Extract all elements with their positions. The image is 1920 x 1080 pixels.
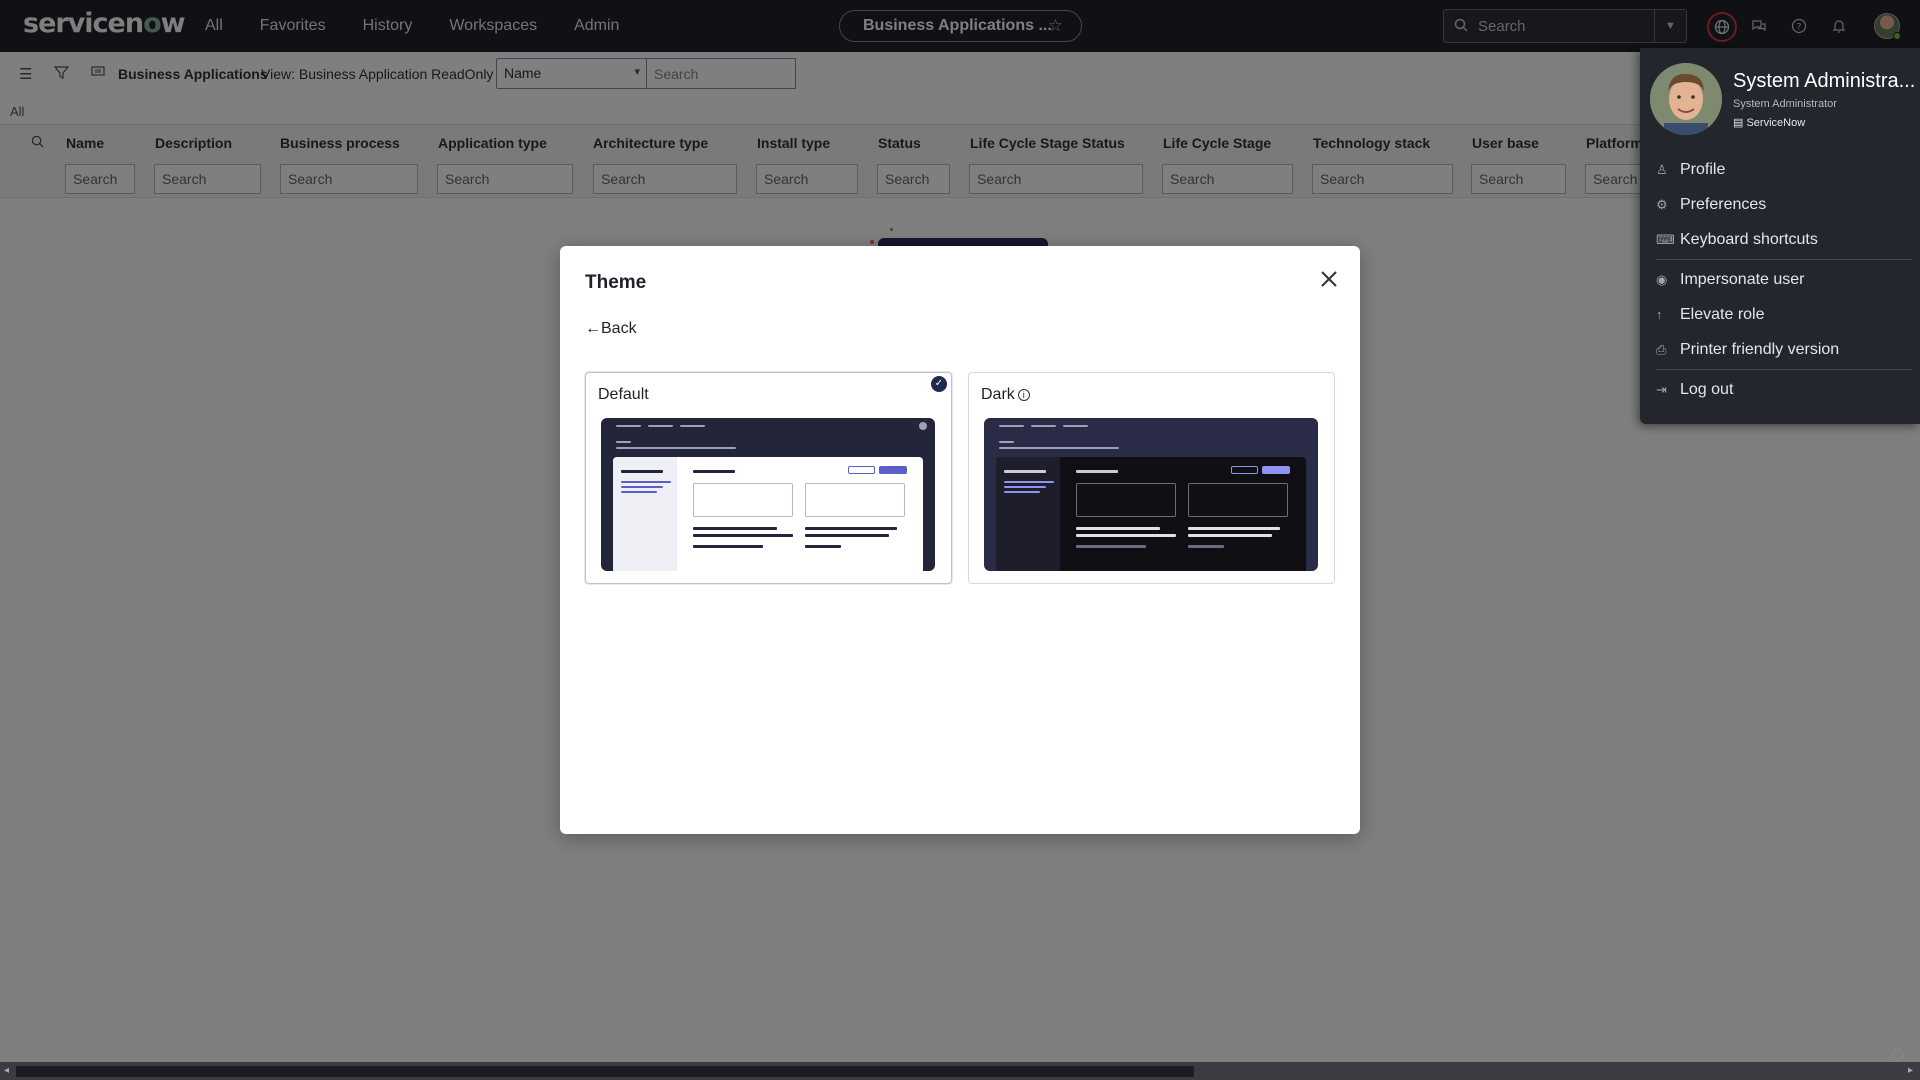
scroll-right-icon[interactable]: ▸ [1908,1065,1913,1076]
user-name: System Administra... [1733,70,1916,92]
menu-item-log-out[interactable]: ⇥ Log out [1656,381,1733,399]
dark-theme-preview [984,418,1318,571]
keyboard-icon: ⌨ [1656,232,1675,247]
scrollbar-thumb[interactable] [16,1066,1194,1077]
user-company: ▤ ServiceNow [1733,116,1805,129]
menu-item-keyboard-shortcuts[interactable]: ⌨ Keyboard shortcuts [1656,231,1818,249]
menu-item-profile-label: Profile [1680,161,1726,178]
user-company-label: ServiceNow [1746,117,1806,129]
check-icon: ✓ [931,376,947,392]
horizontal-scrollbar[interactable]: ◂ ▸ [0,1062,1920,1080]
menu-item-log-out-label: Log out [1680,381,1734,398]
back-button[interactable]: ←Back [585,320,637,338]
theme-label-default: Default [598,386,649,403]
menu-item-preferences[interactable]: ⚙ Preferences [1656,196,1766,214]
theme-modal: Theme ←Back Default ✓ Dark i [560,246,1360,834]
back-label: Back [601,320,637,337]
clock-icon[interactable] [1892,1049,1904,1061]
user-role: System Administrator [1733,98,1837,110]
person-icon: ♙ [1656,162,1668,177]
scroll-left-icon[interactable]: ◂ [4,1065,9,1076]
menu-item-elevate-role[interactable]: ↑ Elevate role [1656,306,1765,324]
gear-icon: ⚙ [1656,197,1668,212]
menu-divider [1656,259,1912,260]
menu-item-elevate-role-label: Elevate role [1680,306,1765,323]
theme-option-default[interactable]: Default ✓ [585,372,952,584]
modal-title: Theme [585,272,647,293]
menu-divider [1656,369,1912,370]
menu-item-printer-friendly-version-label: Printer friendly version [1680,341,1840,358]
log-out-icon: ⇥ [1656,382,1667,397]
menu-item-profile[interactable]: ♙ Profile [1656,161,1725,179]
eye-icon: ◉ [1656,272,1668,287]
arrow-left-icon: ← [585,320,601,337]
menu-item-keyboard-shortcuts-label: Keyboard shortcuts [1680,231,1818,248]
default-theme-preview [601,418,935,571]
menu-item-impersonate-user-label: Impersonate user [1680,271,1805,288]
menu-item-printer-friendly-version[interactable]: ⎙ Printer friendly version [1656,341,1839,359]
menu-item-impersonate-user[interactable]: ◉ Impersonate user [1656,271,1805,289]
theme-label-dark-text: Dark [981,386,1015,403]
user-menu: System Administra... System Administrato… [1640,48,1920,424]
info-icon[interactable]: i [1017,389,1030,401]
theme-option-dark[interactable]: Dark i [968,372,1335,584]
close-icon[interactable] [1314,266,1344,296]
menu-item-preferences-label: Preferences [1680,196,1767,213]
theme-label-dark: Dark i [981,386,1030,404]
arrow-up-icon: ↑ [1656,307,1663,322]
user-avatar [1650,63,1722,135]
printer-icon: ⎙ [1656,342,1667,357]
building-icon: ▤ [1733,117,1747,129]
